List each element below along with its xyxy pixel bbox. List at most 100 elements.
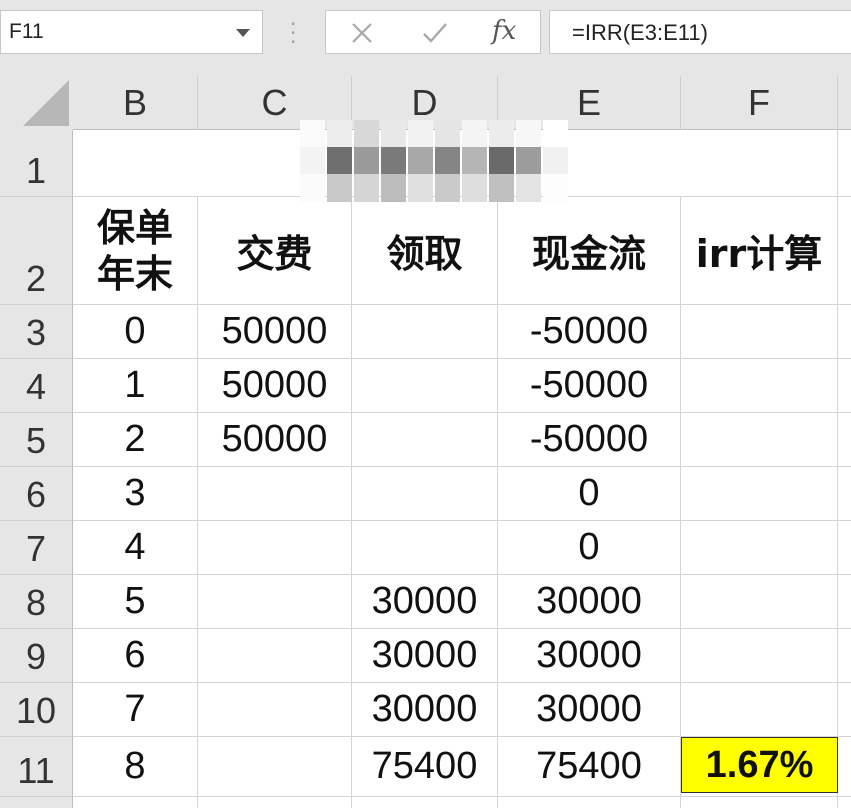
cell-f7[interactable] — [681, 521, 838, 575]
cell-e8[interactable]: 30000 — [498, 575, 681, 629]
cell-g5[interactable] — [838, 413, 851, 467]
name-box-dropdown-icon[interactable] — [236, 29, 250, 37]
formula-buttons: fx — [325, 10, 541, 54]
column-header-f[interactable]: F — [681, 76, 838, 130]
cell-d8[interactable]: 30000 — [352, 575, 498, 629]
cell-e12[interactable] — [498, 797, 681, 808]
cell-f11[interactable]: 1.67% — [681, 737, 838, 797]
cell-b11[interactable]: 8 — [73, 737, 198, 797]
insert-function-button[interactable]: fx — [492, 16, 516, 46]
cell-c3[interactable]: 50000 — [198, 305, 352, 359]
row-header-3[interactable]: 3 — [0, 305, 73, 359]
cell-g2[interactable] — [838, 197, 851, 305]
cell-c10[interactable] — [198, 683, 352, 737]
header-cash-flow[interactable]: 现金流 — [498, 197, 681, 305]
select-all-corner[interactable] — [0, 76, 73, 130]
cell-d6[interactable] — [352, 467, 498, 521]
row-header-2[interactable]: 2 — [0, 197, 73, 305]
cell-g7[interactable] — [838, 521, 851, 575]
row-header-5[interactable]: 5 — [0, 413, 73, 467]
cell-d3[interactable] — [352, 305, 498, 359]
cell-g10[interactable] — [838, 683, 851, 737]
row-header-8[interactable]: 8 — [0, 575, 73, 629]
cell-b7[interactable]: 4 — [73, 521, 198, 575]
cell-g1[interactable] — [838, 130, 851, 197]
row-header-4[interactable]: 4 — [0, 359, 73, 413]
cell-g3[interactable] — [838, 305, 851, 359]
cell-d12[interactable] — [352, 797, 498, 808]
cell-g4[interactable] — [838, 359, 851, 413]
cell-e10[interactable]: 30000 — [498, 683, 681, 737]
cell-f3[interactable] — [681, 305, 838, 359]
column-header-b[interactable]: B — [73, 76, 198, 130]
mosaic-block — [300, 147, 325, 175]
cell-f10[interactable] — [681, 683, 838, 737]
cell-d7[interactable] — [352, 521, 498, 575]
cell-c12[interactable] — [198, 797, 352, 808]
cell-b3[interactable]: 0 — [73, 305, 198, 359]
header-irr[interactable]: irr计算 — [681, 197, 838, 305]
cell-c8[interactable] — [198, 575, 352, 629]
cell-f4[interactable] — [681, 359, 838, 413]
formula-input[interactable]: =IRR(E3:E11) — [549, 10, 851, 54]
cell-b6[interactable]: 3 — [73, 467, 198, 521]
cell-g6[interactable] — [838, 467, 851, 521]
cell-c7[interactable] — [198, 521, 352, 575]
row-header-12[interactable] — [0, 797, 73, 808]
cell-d9[interactable]: 30000 — [352, 629, 498, 683]
cell-f12[interactable] — [681, 797, 838, 808]
row-header-1[interactable]: 1 — [0, 130, 73, 197]
select-all-triangle-icon — [23, 80, 69, 126]
row-header-11[interactable]: 11 — [0, 737, 73, 797]
cell-e9[interactable]: 30000 — [498, 629, 681, 683]
mosaic-block — [327, 147, 352, 175]
cell-b5[interactable]: 2 — [73, 413, 198, 467]
cell-g11[interactable] — [838, 737, 851, 797]
mosaic-block — [462, 174, 487, 202]
cell-f9[interactable] — [681, 629, 838, 683]
cell-c4[interactable]: 50000 — [198, 359, 352, 413]
column-header-g[interactable] — [838, 76, 851, 130]
cell-f8[interactable] — [681, 575, 838, 629]
cell-c5[interactable]: 50000 — [198, 413, 352, 467]
mosaic-block — [300, 120, 325, 148]
cell-b9[interactable]: 6 — [73, 629, 198, 683]
cell-b4[interactable]: 1 — [73, 359, 198, 413]
cell-e4[interactable]: -50000 — [498, 359, 681, 413]
irr-result-cell[interactable]: 1.67% — [681, 737, 838, 793]
cell-e11[interactable]: 75400 — [498, 737, 681, 797]
cell-c11[interactable] — [198, 737, 352, 797]
header-premium[interactable]: 交费 — [198, 197, 352, 305]
cell-e6[interactable]: 0 — [498, 467, 681, 521]
formula-bar-splitter-icon[interactable]: · · · — [290, 14, 296, 52]
cell-b10[interactable]: 7 — [73, 683, 198, 737]
cell-f5[interactable] — [681, 413, 838, 467]
cell-d10[interactable]: 30000 — [352, 683, 498, 737]
row-header-7[interactable]: 7 — [0, 521, 73, 575]
row-header-10[interactable]: 10 — [0, 683, 73, 737]
cell-e7[interactable]: 0 — [498, 521, 681, 575]
cell-e5[interactable]: -50000 — [498, 413, 681, 467]
cell-e3[interactable]: -50000 — [498, 305, 681, 359]
cell-f6[interactable] — [681, 467, 838, 521]
formula-bar: F11 · · · fx =IRR(E3:E11) — [0, 0, 851, 76]
name-box[interactable]: F11 — [0, 10, 263, 54]
cell-b12[interactable] — [73, 797, 198, 808]
cell-c6[interactable] — [198, 467, 352, 521]
row-header-9[interactable]: 9 — [0, 629, 73, 683]
header-withdrawal[interactable]: 领取 — [352, 197, 498, 305]
cell-d11[interactable]: 75400 — [352, 737, 498, 797]
cancel-icon[interactable] — [350, 21, 374, 45]
cell-d4[interactable] — [352, 359, 498, 413]
mosaic-block — [516, 147, 541, 175]
cell-g8[interactable] — [838, 575, 851, 629]
mosaic-block — [408, 120, 433, 148]
header-policy-year[interactable]: 保单 年末 — [73, 197, 198, 305]
mosaic-block — [381, 147, 406, 175]
row-header-6[interactable]: 6 — [0, 467, 73, 521]
enter-check-icon[interactable] — [422, 21, 448, 45]
cell-c9[interactable] — [198, 629, 352, 683]
cell-b8[interactable]: 5 — [73, 575, 198, 629]
cell-g9[interactable] — [838, 629, 851, 683]
cell-d5[interactable] — [352, 413, 498, 467]
